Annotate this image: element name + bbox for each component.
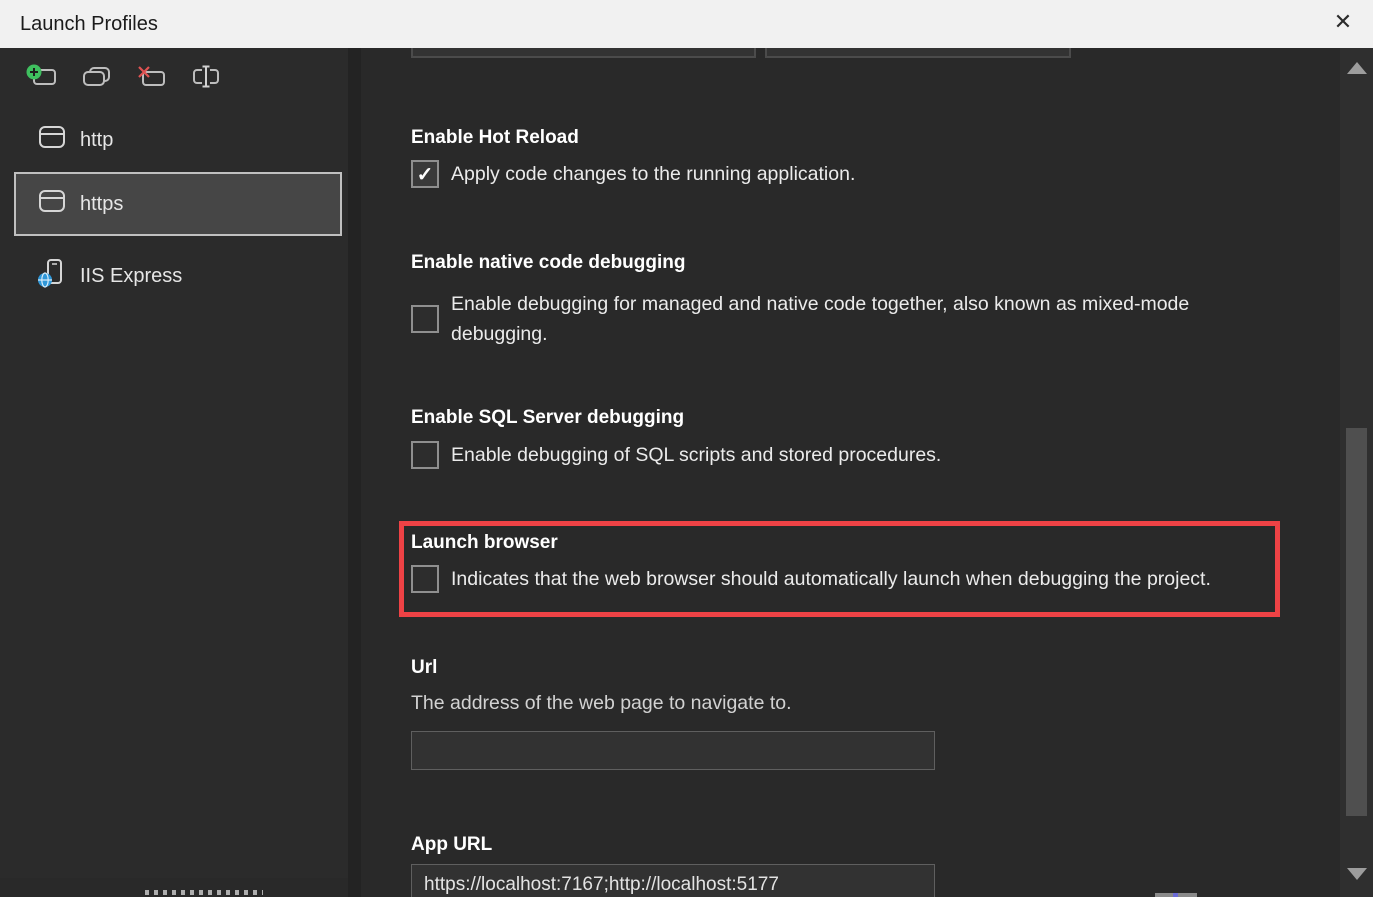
launch-profiles-dialog: Launch Profiles ✕ — [0, 0, 1373, 897]
sidebar-divider — [348, 48, 361, 897]
dialog-title: Launch Profiles — [20, 13, 158, 36]
profile-item-http[interactable]: http — [38, 118, 113, 162]
sql-debug-heading: Enable SQL Server debugging — [411, 406, 684, 430]
profile-item-iis-express[interactable]: IIS Express — [36, 252, 182, 300]
launch-browser-checkbox[interactable] — [411, 565, 439, 593]
profile-item-https-selected[interactable]: https — [14, 172, 342, 236]
url-heading: Url — [411, 656, 437, 680]
duplicate-profile-button[interactable] — [79, 62, 113, 90]
delete-profile-button[interactable] — [134, 62, 168, 90]
hot-reload-heading: Enable Hot Reload — [411, 126, 579, 150]
profile-label: IIS Express — [80, 265, 182, 288]
vertical-scrollbar[interactable] — [1340, 48, 1373, 897]
delete-profile-icon — [134, 62, 168, 90]
sql-debug-row: Enable debugging of SQL scripts and stor… — [411, 440, 941, 470]
rename-profile-button[interactable] — [189, 62, 223, 90]
close-button[interactable]: ✕ — [1321, 0, 1365, 44]
titlebar: Launch Profiles ✕ — [0, 0, 1373, 48]
clipped-element — [1155, 893, 1197, 897]
profile-label: http — [80, 129, 113, 152]
hot-reload-checkbox[interactable]: ✓ — [411, 160, 439, 188]
url-description: The address of the web page to navigate … — [411, 692, 792, 715]
app-url-heading: App URL — [411, 833, 492, 857]
hot-reload-row: ✓ Apply code changes to the running appl… — [411, 159, 855, 189]
browser-profile-icon — [38, 187, 66, 221]
sql-debug-label: Enable debugging of SQL scripts and stor… — [451, 440, 941, 470]
hot-reload-label: Apply code changes to the running applic… — [451, 159, 855, 189]
native-debug-checkbox[interactable] — [411, 305, 439, 333]
profile-label: https — [80, 193, 123, 216]
scroll-down-icon[interactable] — [1347, 868, 1367, 880]
scrollbar-thumb[interactable] — [1346, 428, 1367, 816]
check-icon: ✓ — [417, 162, 434, 187]
iis-express-icon — [36, 258, 66, 294]
profiles-sidebar: http https — [0, 48, 348, 878]
new-profile-button[interactable] — [24, 62, 58, 90]
url-input[interactable] — [411, 731, 935, 770]
launch-browser-label: Indicates that the web browser should au… — [451, 564, 1211, 594]
duplicate-profile-icon — [79, 62, 113, 90]
browser-profile-icon — [38, 123, 66, 157]
sql-debug-checkbox[interactable] — [411, 441, 439, 469]
close-icon: ✕ — [1334, 9, 1352, 34]
clipped-text-fragment — [145, 890, 263, 895]
native-debug-heading: Enable native code debugging — [411, 251, 685, 275]
profiles-toolbar — [0, 48, 348, 90]
app-url-input[interactable] — [411, 864, 935, 897]
launch-browser-heading: Launch browser — [411, 531, 558, 555]
native-debug-label: Enable debugging for managed and native … — [451, 289, 1271, 349]
new-profile-icon — [24, 62, 58, 90]
scroll-up-icon[interactable] — [1347, 62, 1367, 74]
native-debug-row: Enable debugging for managed and native … — [411, 289, 1271, 349]
launch-browser-row: Indicates that the web browser should au… — [411, 564, 1211, 594]
rename-profile-icon — [189, 62, 223, 90]
